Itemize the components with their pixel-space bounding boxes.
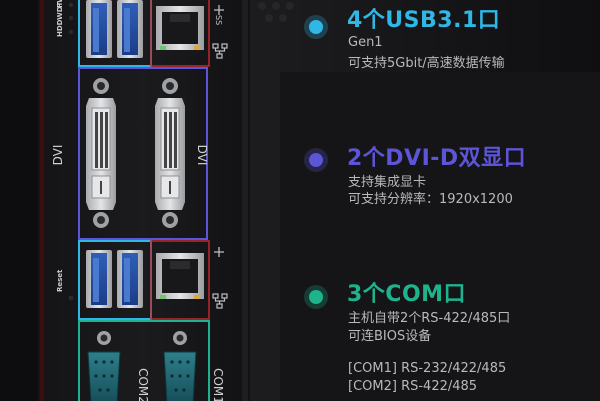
com-feature-line-3: [COM1] RS-232/422/485 [348, 361, 507, 376]
lan-port-top[interactable] [156, 6, 204, 50]
com-feature-line-2: 可连BIOS设备 [348, 329, 432, 344]
dvi-feature-line-2: 可支持分辨率：1920x1200 [348, 192, 513, 207]
usb-bullet-icon [304, 15, 328, 39]
pwr-led-label: PWR [56, 0, 64, 8]
com-feature-line-4: [COM2] RS-422/485 [348, 379, 478, 394]
dvi-left-label: DVI [51, 145, 65, 166]
dvi-bullet-icon [304, 148, 328, 172]
reset-label: Reset [56, 269, 64, 292]
reset-button[interactable] [68, 295, 74, 301]
com-bullet-icon [304, 285, 328, 309]
wdt-led [68, 15, 74, 21]
dvi-port-left[interactable] [86, 78, 116, 228]
dvi-feature-title: 2个DVI-D双显口 [347, 146, 527, 171]
usb-feature-line-1: Gen1 [348, 35, 383, 50]
lan-port-bottom[interactable] [156, 253, 204, 299]
svg-text:SS: SS [214, 15, 223, 25]
dvi-port-right[interactable] [155, 78, 185, 228]
com2-label: COM2 [136, 368, 150, 401]
usb-feature-line-2: 可支持5Gbit/高速数据传输 [348, 56, 505, 71]
usb-port-2[interactable] [117, 0, 143, 58]
usb-port-1[interactable] [86, 0, 112, 58]
com1-label: COM1 [211, 368, 225, 401]
pwr-led [68, 2, 74, 8]
usb-port-4[interactable] [117, 250, 143, 308]
dvi-right-label: DVI [195, 145, 209, 166]
com-feature-line-1: 主机自带2个RS-422/485口 [348, 311, 511, 326]
hdd-led-label: HDD [56, 19, 64, 37]
hdd-led [68, 29, 74, 35]
usb-feature-title: 4个USB3.1口 [347, 8, 501, 33]
com-feature-title: 3个COM口 [347, 282, 467, 307]
usb-port-3[interactable] [86, 250, 112, 308]
